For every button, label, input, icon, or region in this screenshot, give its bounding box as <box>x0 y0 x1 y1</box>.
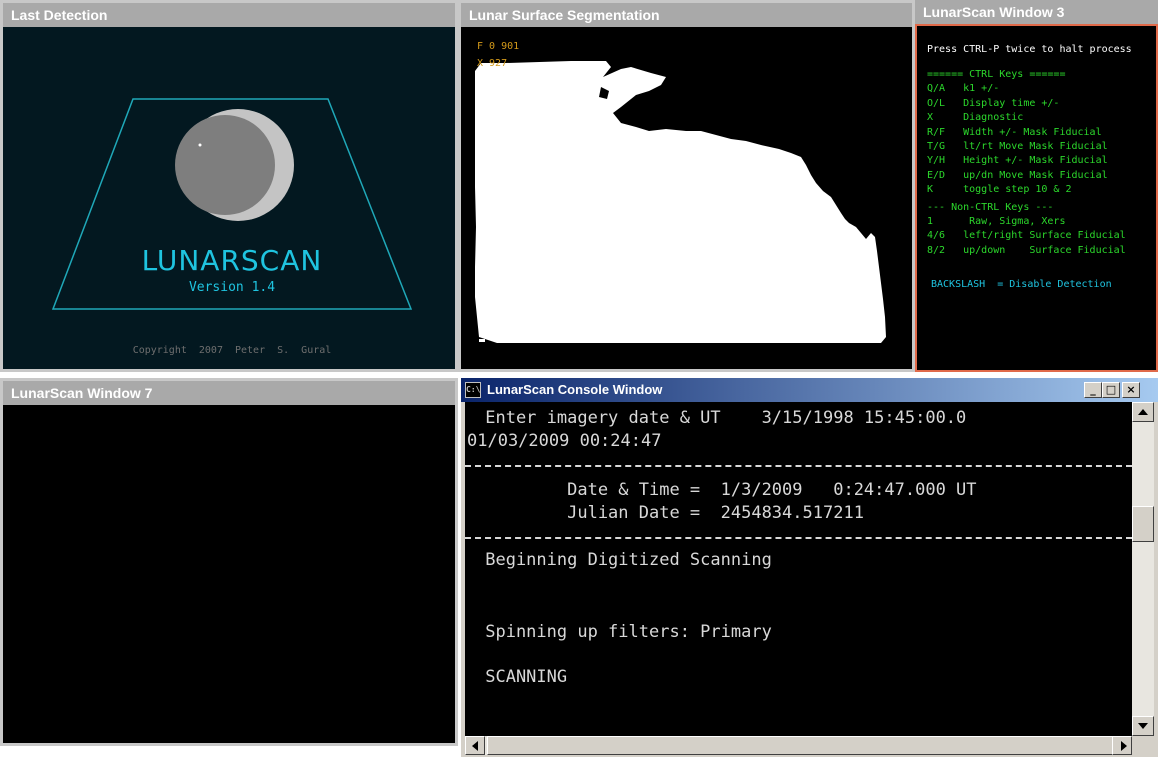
window-7-title[interactable]: LunarScan Window 7 <box>3 381 455 405</box>
scanning-line: SCANNING <box>475 667 568 687</box>
datetime-line: Date & Time = 1/3/2009 0:24:47.000 UT <box>475 480 977 500</box>
moon-icon <box>175 115 275 215</box>
key-help-line: T/G lt/rt Move Mask Fiducial <box>927 140 1108 152</box>
window-3-title[interactable]: LunarScan Window 3 <box>915 0 1158 24</box>
console-title: LunarScan Console Window <box>487 382 663 397</box>
scroll-right-button[interactable] <box>1112 736 1132 755</box>
arrow-right-icon <box>1121 741 1127 751</box>
segmentation-title[interactable]: Lunar Surface Segmentation <box>461 3 912 27</box>
key-help-line: --- Non-CTRL Keys --- <box>927 201 1054 213</box>
minimize-button[interactable]: _ <box>1084 382 1102 398</box>
resize-grip-icon[interactable] <box>1132 736 1154 755</box>
segmentation-canvas: F 0 901 X 927 <box>461 27 912 369</box>
key-help-line: Q/A k1 +/- <box>927 83 1000 95</box>
maximize-button[interactable]: □ <box>1102 382 1120 398</box>
console-app-icon[interactable]: C:\ <box>465 382 481 398</box>
console-output[interactable]: Enter imagery date & UT 3/15/1998 15:45:… <box>465 402 1132 736</box>
horizontal-scroll-thumb[interactable] <box>487 736 1117 755</box>
vertical-scrollbar[interactable] <box>1132 402 1154 736</box>
scroll-left-button[interactable] <box>465 736 485 755</box>
frame-label: F 0 901 <box>477 41 520 52</box>
key-help-line: X Diagnostic <box>927 112 1024 124</box>
halt-instruction: Press CTRL-P twice to halt process <box>927 44 1132 55</box>
key-help-line: 4/6 left/right Surface Fiducial <box>927 230 1126 242</box>
arrow-up-icon <box>1138 409 1148 415</box>
segmentation-mask <box>475 61 886 343</box>
logo-version: Version 1.4 <box>188 280 276 295</box>
key-help-line: K toggle step 10 & 2 <box>927 184 1072 196</box>
key-help-line: ====== CTRL Keys ====== <box>927 69 1066 80</box>
key-help-line: 1 Raw, Sigma, Xers <box>927 215 1066 227</box>
last-detection-canvas: LUNARSCAN Version 1.4 Copyright 2007 Pet… <box>3 27 455 369</box>
separator-bottom <box>465 537 1132 539</box>
lunar-surface-mask <box>475 61 886 343</box>
scroll-up-button[interactable] <box>1132 402 1154 422</box>
julian-line: Julian Date = 2454834.517211 <box>475 503 864 523</box>
window-7-canvas <box>3 405 455 743</box>
lunarscan-logo <box>51 98 413 310</box>
input-line: 01/03/2009 00:24:47 <box>467 431 662 451</box>
spinning-line: Spinning up filters: Primary <box>475 622 772 642</box>
window-3: LunarScan Window 3 Press CTRL-P twice to… <box>915 0 1158 372</box>
last-detection-title[interactable]: Last Detection <box>3 3 455 27</box>
segmentation-window: Lunar Surface Segmentation F 0 901 X 927 <box>458 0 915 372</box>
arrow-down-icon <box>1138 723 1148 729</box>
key-help-line: E/D up/dn Move Mask Fiducial <box>927 169 1108 181</box>
window-3-canvas: Press CTRL-P twice to halt process =====… <box>915 24 1158 372</box>
key-help-line: 8/2 up/down Surface Fiducial <box>927 244 1126 256</box>
console-window: C:\ LunarScan Console Window _ □ × Enter… <box>461 378 1158 757</box>
copyright-text: Copyright 2007 Peter S. Gural <box>132 345 332 356</box>
horizontal-scrollbar[interactable] <box>465 736 1132 755</box>
logo-title: LUNARSCAN <box>141 244 323 277</box>
scroll-down-button[interactable] <box>1132 716 1154 736</box>
console-titlebar[interactable]: C:\ LunarScan Console Window _ □ × <box>461 378 1158 402</box>
beginning-line: Beginning Digitized Scanning <box>475 550 772 570</box>
x-label: X 927 <box>477 58 508 69</box>
close-button[interactable]: × <box>1122 382 1140 398</box>
vertical-scroll-thumb[interactable] <box>1132 506 1154 542</box>
prompt-line: Enter imagery date & UT 3/15/1998 15:45:… <box>475 408 967 428</box>
backslash-help: BACKSLASH = Disable Detection <box>931 279 1112 290</box>
key-help-line: R/F Width +/- Mask Fiducial <box>927 126 1102 138</box>
key-help-line: Y/H Height +/- Mask Fiducial <box>927 155 1108 167</box>
key-help-list: ====== CTRL Keys ====== Q/A k1 +/- O/L Dis… <box>927 68 1126 258</box>
last-detection-window: Last Detection LUNARSCAN Version 1.4 Cop… <box>0 0 458 372</box>
window-7: LunarScan Window 7 <box>0 378 458 746</box>
arrow-left-icon <box>472 741 478 751</box>
separator-top <box>465 465 1132 467</box>
moon-spot-icon <box>198 143 202 147</box>
key-help-line: O/L Display time +/- <box>927 97 1060 109</box>
